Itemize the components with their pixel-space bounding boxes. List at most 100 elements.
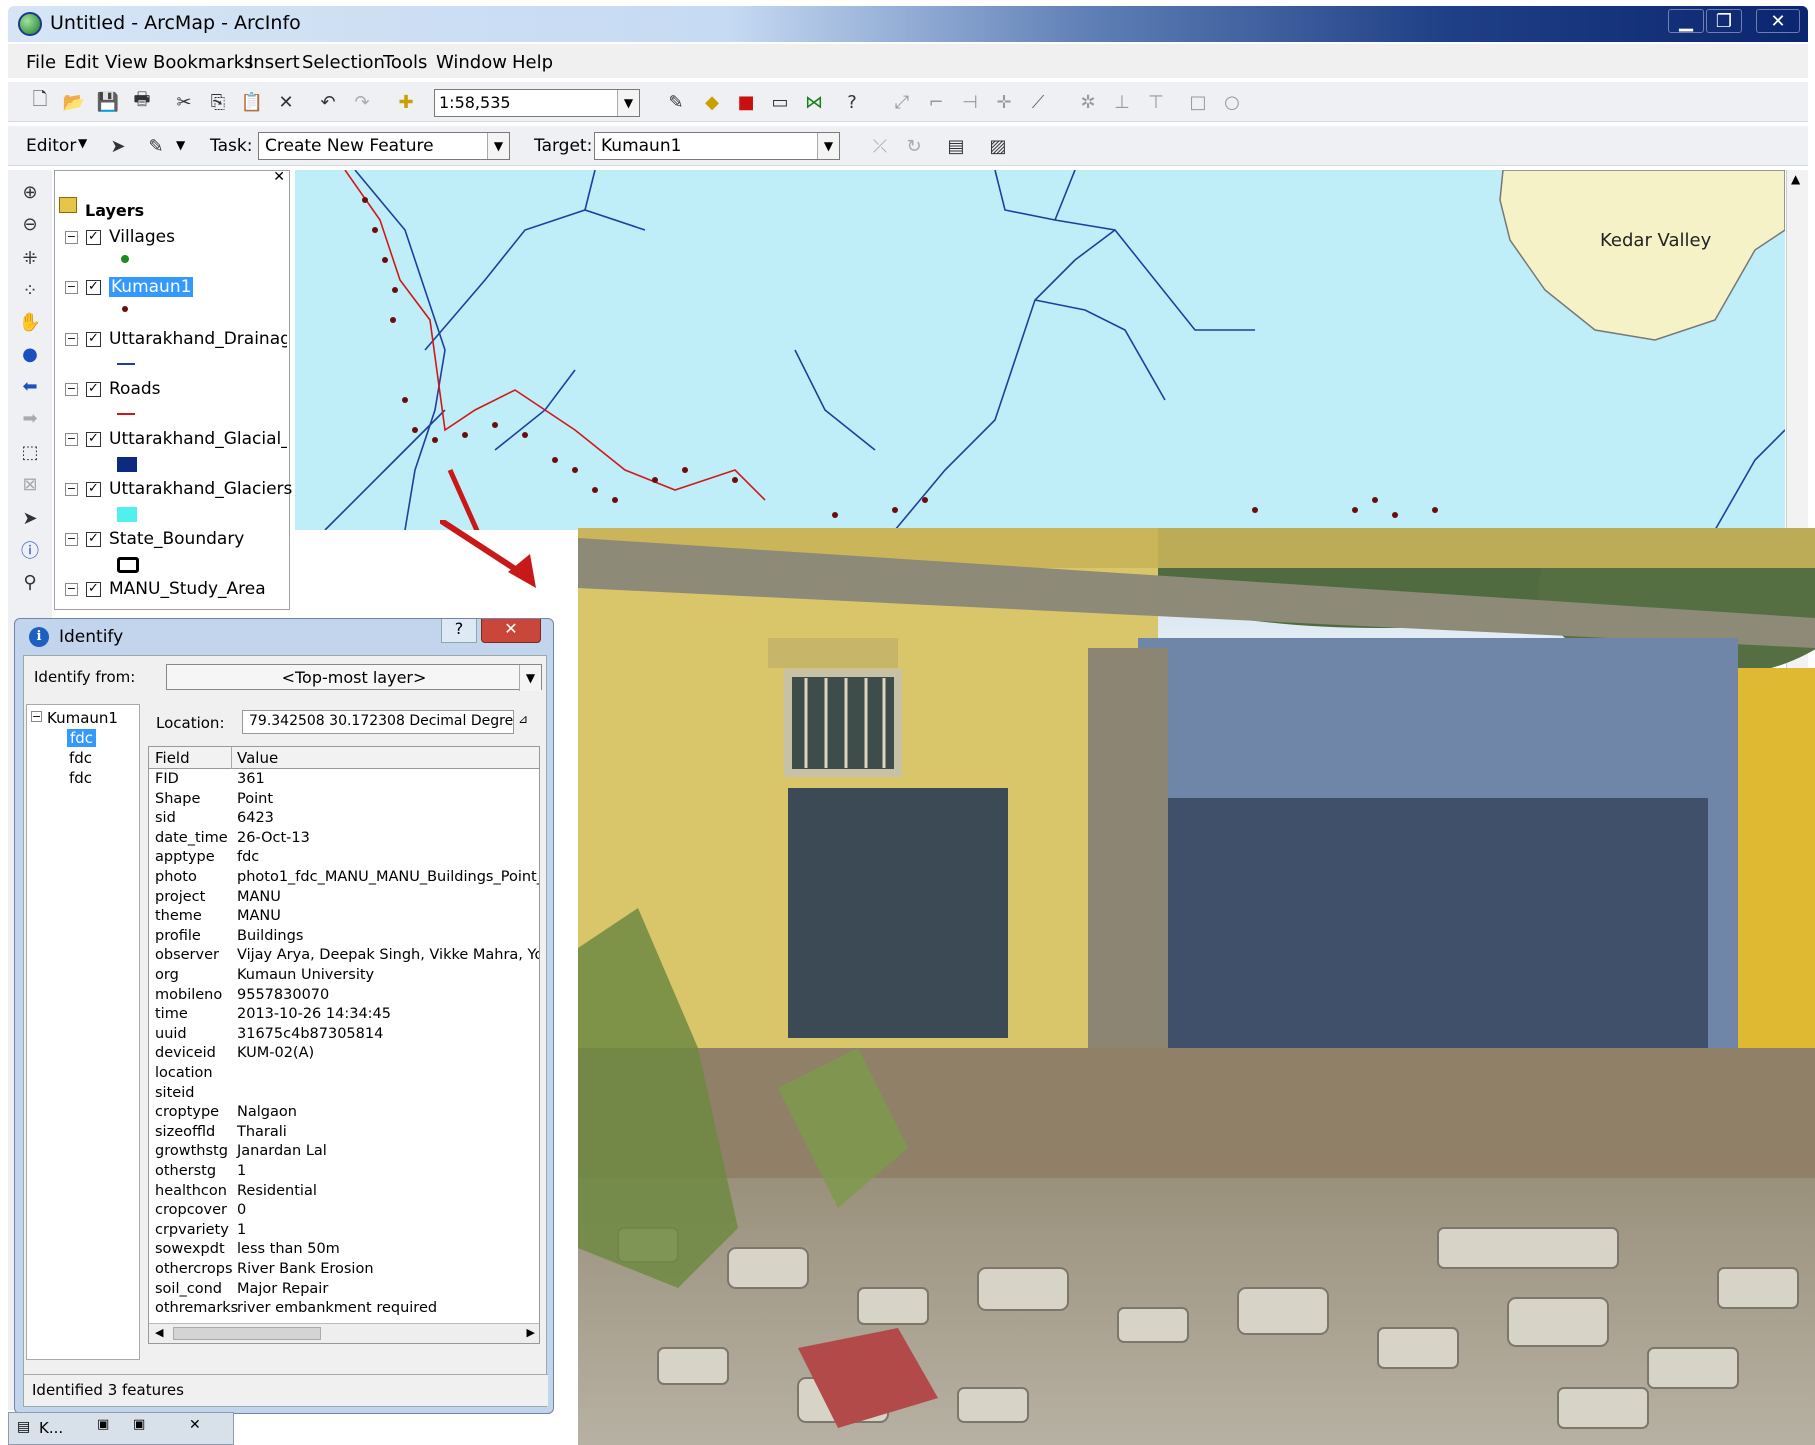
maximize-icon[interactable]: ▣ [133,1417,145,1432]
new-document-icon[interactable]: 🗋 [26,88,54,116]
add-data-icon[interactable]: ✚ [392,88,420,116]
pan-hand-icon[interactable]: ✋ [16,308,44,336]
split-tool-icon[interactable]: ⤫ [866,132,894,160]
target-combo[interactable]: Kumaun1 ▼ [594,132,840,160]
rotate-icon[interactable]: ✛ [990,88,1018,116]
attribute-row[interactable]: othremarks river embankment required [149,1300,539,1320]
tree-item-fdc[interactable]: fdc [69,749,92,767]
maximize-button[interactable]: ❐ [1706,9,1742,33]
value-column-header[interactable]: Value [237,749,278,767]
collapse-icon[interactable]: − [65,432,78,446]
copy-icon[interactable]: ⎘ [204,88,232,116]
menu-bookmarks[interactable]: Bookmarks [153,52,254,73]
scroll-thumb[interactable] [173,1327,321,1340]
arctoolbox-icon[interactable]: ■ [732,88,760,116]
find-binoculars-icon[interactable]: ⚲ [16,568,44,596]
map-view[interactable]: Kedar Valley [295,170,1785,530]
zoom-in-icon[interactable]: ⊕ [16,178,44,206]
restore-icon[interactable]: ▣ [97,1417,109,1432]
open-folder-icon[interactable]: 📂 [60,88,88,116]
checkbox[interactable]: ✓ [86,431,101,447]
fixed-zoom-in-icon[interactable]: ⁜ [16,244,44,272]
undo-icon[interactable]: ↶ [314,88,342,116]
layer-glaciers[interactable]: − ✓ Uttarakhand_Glaciers [65,479,292,501]
menu-file[interactable]: File [26,52,56,73]
help-button[interactable]: ? [441,619,477,643]
checkbox[interactable]: ✓ [86,531,101,547]
checkbox[interactable]: ✓ [86,331,101,347]
split-icon[interactable]: ⊣ [956,88,984,116]
kedar-valley-polygon[interactable] [1499,170,1785,341]
checkbox[interactable]: ✓ [86,481,101,497]
editor-toolbar-icon[interactable]: ✎ [662,88,690,116]
menu-edit[interactable]: Edit [64,52,99,73]
attribute-row[interactable]: observer Vijay Arya, Deepak Singh, Vikke … [149,947,539,967]
attribute-row[interactable]: croptype Nalgaon [149,1104,539,1124]
attribute-row[interactable]: apptype fdc [149,849,539,869]
modelbuilder-icon[interactable]: ⋈ [800,88,828,116]
trace-icon[interactable]: ⟋ [1024,88,1052,116]
attribute-row[interactable]: FID 361 [149,771,539,791]
redo-icon[interactable]: ↷ [348,88,376,116]
close-icon[interactable]: ✕ [189,1417,201,1433]
menu-window[interactable]: Window [436,52,507,73]
layer-drainage[interactable]: − ✓ Uttarakhand_Drainage [65,329,287,351]
checkbox[interactable]: ✓ [86,229,101,245]
edit-tool-icon[interactable]: ➤ [104,132,132,160]
attribute-row[interactable]: healthcon Residential [149,1183,539,1203]
scroll-left-arrow-icon[interactable]: ◀ [155,1326,163,1339]
attribute-row[interactable]: otherstg 1 [149,1163,539,1183]
catalog-icon[interactable]: ◆ [698,88,726,116]
cut-icon[interactable]: ✂ [170,88,198,116]
network-flow-icon[interactable]: ⊤ [1142,88,1170,116]
chevron-down-icon[interactable]: ▼ [519,665,541,691]
collapse-icon[interactable]: − [65,230,78,244]
delete-icon[interactable]: ✕ [272,88,300,116]
collapse-icon[interactable]: − [65,532,78,546]
attributes-icon[interactable]: ▤ [942,132,970,160]
chevron-down-icon[interactable]: ▼ [817,133,839,159]
tree-root-kumaun1[interactable]: Kumaun1 [47,709,118,727]
attribute-row[interactable]: mobileno 9557830070 [149,987,539,1007]
scroll-up-arrow-icon[interactable]: ▲ [1791,172,1800,186]
attribute-row[interactable]: org Kumaun University [149,967,539,987]
fixed-zoom-out-icon[interactable]: ⁘ [16,276,44,304]
task-combo[interactable]: Create New Feature ▼ [258,132,510,160]
attribute-row[interactable]: theme MANU [149,908,539,928]
collapse-icon[interactable]: − [65,482,78,496]
attribute-row[interactable]: date_time 26-Oct-13 [149,830,539,850]
location-value[interactable]: 79.342508 30.172308 Decimal Degrees [242,710,514,734]
sketch-tool-icon[interactable]: ✎ [142,132,170,160]
tree-item-fdc[interactable]: fdc [69,769,92,787]
layer-state-boundary[interactable]: − ✓ State_Boundary [65,529,244,551]
layer-manu-study-area[interactable]: − ✓ MANU_Study_Area [65,579,266,601]
collapse-icon[interactable]: − [31,711,42,722]
collapse-icon[interactable]: − [65,382,78,396]
print-icon[interactable]: 🖶 [128,88,156,116]
forward-arrow-icon[interactable]: ➡ [16,404,44,432]
attribute-row[interactable]: sid 6423 [149,810,539,830]
attribute-row[interactable]: deviceid KUM-02(A) [149,1045,539,1065]
topology-icon[interactable]: ✲ [1074,88,1102,116]
attribute-row[interactable]: project MANU [149,889,539,909]
checkbox[interactable]: ✓ [86,381,101,397]
attribute-row[interactable]: time 2013-10-26 14:34:45 [149,1006,539,1026]
layer-roads[interactable]: − ✓ Roads [65,379,161,401]
collapse-icon[interactable]: − [65,280,78,294]
zoom-out-icon[interactable]: ⊖ [16,210,44,238]
attribute-row[interactable]: profile Buildings [149,928,539,948]
collapse-icon[interactable]: − [65,582,78,596]
attribute-row[interactable]: siteid [149,1085,539,1105]
attribute-row[interactable]: location [149,1065,539,1085]
field-column-header[interactable]: Field [155,749,190,767]
circle-icon[interactable]: ○ [1218,88,1246,116]
collapse-icon[interactable]: − [65,332,78,346]
select-features-icon[interactable]: ⬚ [16,438,44,466]
identify-close-button[interactable]: ✕ [481,619,541,643]
minimize-button[interactable]: ▁ [1668,9,1704,33]
taskbar-item[interactable]: ▤ K... ▣ ▣ ✕ [8,1412,234,1445]
checkbox[interactable]: ✓ [86,581,101,597]
layer-kumaun1[interactable]: − ✓ Kumaun1 [65,277,194,299]
attribute-row[interactable]: photo photo1_fdc_MANU_MANU_Buildings_Poin… [149,869,539,889]
close-button[interactable]: ✕ [1756,9,1800,33]
